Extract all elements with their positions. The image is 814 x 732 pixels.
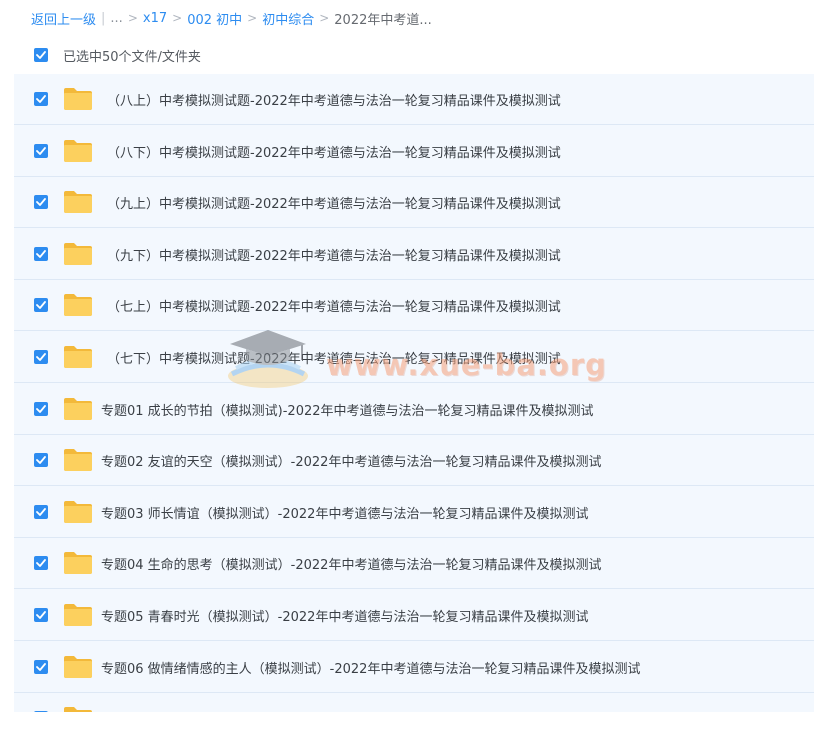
file-row[interactable]: （七下）中考模拟测试题-2022年中考道德与法治一轮复习精品课件及模拟测试 bbox=[14, 332, 814, 383]
check-icon bbox=[36, 198, 46, 206]
row-checkbox[interactable] bbox=[34, 350, 48, 364]
file-name[interactable]: 专题05 青春时光（模拟测试）-2022年中考道德与法治一轮复习精品课件及模拟测… bbox=[101, 606, 588, 625]
row-checkbox[interactable] bbox=[34, 660, 48, 674]
file-row[interactable]: 专题05 青春时光（模拟测试）-2022年中考道德与法治一轮复习精品课件及模拟测… bbox=[14, 590, 814, 641]
folder-icon bbox=[64, 398, 92, 420]
check-icon bbox=[36, 301, 46, 309]
folder-icon bbox=[64, 243, 92, 265]
breadcrumb-divider: | bbox=[101, 10, 106, 26]
row-checkbox[interactable] bbox=[34, 711, 48, 712]
folder-icon bbox=[64, 294, 92, 316]
breadcrumb-item-x17[interactable]: x17 bbox=[143, 11, 167, 26]
select-all-checkbox[interactable] bbox=[34, 48, 48, 62]
file-row[interactable]: （九上）中考模拟测试题-2022年中考道德与法治一轮复习精品课件及模拟测试 bbox=[14, 177, 814, 228]
check-icon bbox=[36, 508, 46, 516]
row-checkbox[interactable] bbox=[34, 298, 48, 312]
check-icon bbox=[36, 456, 46, 464]
check-icon bbox=[36, 353, 46, 361]
folder-icon bbox=[64, 88, 92, 110]
folder-icon bbox=[64, 501, 92, 523]
row-checkbox[interactable] bbox=[34, 453, 48, 467]
check-icon bbox=[36, 51, 46, 59]
row-checkbox[interactable] bbox=[34, 402, 48, 416]
file-name[interactable]: （七上）中考模拟测试题-2022年中考道德与法治一轮复习精品课件及模拟测试 bbox=[107, 296, 561, 315]
file-row[interactable]: （七上）中考模拟测试题-2022年中考道德与法治一轮复习精品课件及模拟测试 bbox=[14, 280, 814, 331]
back-link[interactable]: 返回上一级 bbox=[31, 9, 96, 28]
file-name[interactable]: （七下）中考模拟测试题-2022年中考道德与法治一轮复习精品课件及模拟测试 bbox=[107, 348, 561, 367]
chevron-right-icon: > bbox=[247, 11, 258, 25]
breadcrumb-item-junior-high[interactable]: 002 初中 bbox=[187, 9, 242, 28]
breadcrumb-ellipsis[interactable]: ... bbox=[110, 11, 122, 26]
check-icon bbox=[36, 559, 46, 567]
file-name[interactable]: （八下）中考模拟测试题-2022年中考道德与法治一轮复习精品课件及模拟测试 bbox=[107, 142, 561, 161]
check-icon bbox=[36, 147, 46, 155]
file-row[interactable]: （八下）中考模拟测试题-2022年中考道德与法治一轮复习精品课件及模拟测试 bbox=[14, 126, 814, 177]
file-row[interactable]: 专题04 生命的思考（模拟测试）-2022年中考道德与法治一轮复习精品课件及模拟… bbox=[14, 538, 814, 589]
file-name[interactable]: （九下）中考模拟测试题-2022年中考道德与法治一轮复习精品课件及模拟测试 bbox=[107, 245, 561, 264]
check-icon bbox=[36, 95, 46, 103]
breadcrumb-current: 2022年中考道... bbox=[334, 12, 432, 28]
file-row[interactable]: 专题06 做情绪情感的主人（模拟测试）-2022年中考道德与法治一轮复习精品课件… bbox=[14, 642, 814, 693]
breadcrumb-item-general[interactable]: 初中综合 bbox=[262, 9, 314, 28]
file-row[interactable]: 专题02 友谊的天空（模拟测试）-2022年中考道德与法治一轮复习精品课件及模拟… bbox=[14, 435, 814, 486]
check-icon bbox=[36, 611, 46, 619]
file-name[interactable]: 专题06 做情绪情感的主人（模拟测试）-2022年中考道德与法治一轮复习精品课件… bbox=[101, 658, 640, 677]
row-checkbox[interactable] bbox=[34, 92, 48, 106]
file-name[interactable]: 专题04 生命的思考（模拟测试）-2022年中考道德与法治一轮复习精品课件及模拟… bbox=[101, 554, 601, 573]
row-checkbox[interactable] bbox=[34, 556, 48, 570]
breadcrumb: 返回上一级 | ... > x17 > 002 初中 > 初中综合 > 2022… bbox=[31, 8, 432, 28]
file-row[interactable]: （八上）中考模拟测试题-2022年中考道德与法治一轮复习精品课件及模拟测试 bbox=[14, 74, 814, 125]
check-icon bbox=[36, 250, 46, 258]
folder-icon bbox=[64, 346, 92, 368]
file-row[interactable]: （九下）中考模拟测试题-2022年中考道德与法治一轮复习精品课件及模拟测试 bbox=[14, 229, 814, 280]
row-checkbox[interactable] bbox=[34, 247, 48, 261]
selection-count-label: 已选中50个文件/文件夹 bbox=[63, 49, 201, 65]
file-name[interactable]: （九上）中考模拟测试题-2022年中考道德与法治一轮复习精品课件及模拟测试 bbox=[107, 193, 561, 212]
chevron-right-icon: > bbox=[127, 11, 138, 25]
folder-icon bbox=[64, 552, 92, 574]
chevron-right-icon: > bbox=[172, 11, 183, 25]
folder-icon bbox=[64, 140, 92, 162]
file-name[interactable]: 专题01 成长的节拍（模拟测试)-2022年中考道德与法治一轮复习精品课件及模拟… bbox=[101, 400, 594, 419]
folder-icon bbox=[64, 707, 92, 712]
file-name[interactable]: （八上）中考模拟测试题-2022年中考道德与法治一轮复习精品课件及模拟测试 bbox=[107, 90, 561, 109]
folder-icon bbox=[64, 449, 92, 471]
row-checkbox[interactable] bbox=[34, 608, 48, 622]
file-list: （八上）中考模拟测试题-2022年中考道德与法治一轮复习精品课件及模拟测试 （八下… bbox=[14, 74, 814, 712]
row-checkbox[interactable] bbox=[34, 505, 48, 519]
chevron-right-icon: > bbox=[319, 11, 330, 25]
folder-icon bbox=[64, 191, 92, 213]
select-all-bar: 已选中50个文件/文件夹 bbox=[34, 46, 201, 65]
file-row[interactable]: 专题01 成长的节拍（模拟测试)-2022年中考道德与法治一轮复习精品课件及模拟… bbox=[14, 384, 814, 435]
folder-icon bbox=[64, 656, 92, 678]
row-checkbox[interactable] bbox=[34, 195, 48, 209]
file-row[interactable] bbox=[14, 693, 814, 712]
file-name[interactable]: 专题03 师长情谊（模拟测试）-2022年中考道德与法治一轮复习精品课件及模拟测… bbox=[101, 503, 588, 522]
check-icon bbox=[36, 405, 46, 413]
check-icon bbox=[36, 663, 46, 671]
row-checkbox[interactable] bbox=[34, 144, 48, 158]
file-name[interactable]: 专题02 友谊的天空（模拟测试）-2022年中考道德与法治一轮复习精品课件及模拟… bbox=[101, 451, 601, 470]
folder-icon bbox=[64, 604, 92, 626]
file-browser: 返回上一级 | ... > x17 > 002 初中 > 初中综合 > 2022… bbox=[0, 0, 814, 732]
file-row[interactable]: 专题03 师长情谊（模拟测试）-2022年中考道德与法治一轮复习精品课件及模拟测… bbox=[14, 487, 814, 538]
